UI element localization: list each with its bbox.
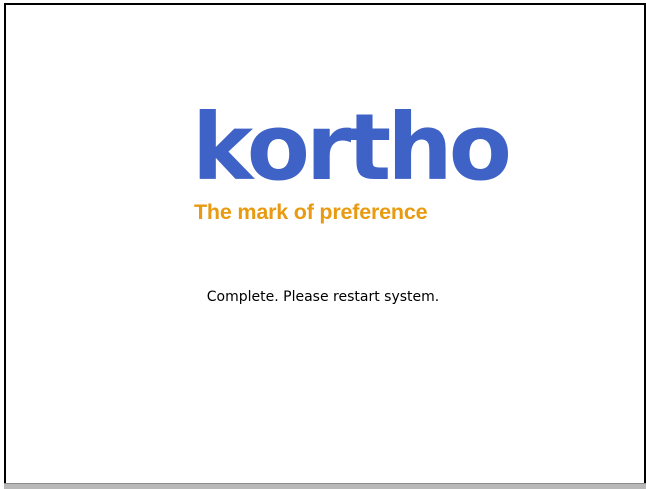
logo-tagline: The mark of preference	[194, 200, 428, 224]
window-frame	[4, 3, 646, 483]
kortho-logo: kortho	[192, 94, 512, 201]
bottom-edge-bar	[4, 483, 646, 489]
restart-screen: kortho The mark of preference Complete. …	[0, 0, 646, 489]
status-message: Complete. Please restart system.	[206, 289, 440, 305]
